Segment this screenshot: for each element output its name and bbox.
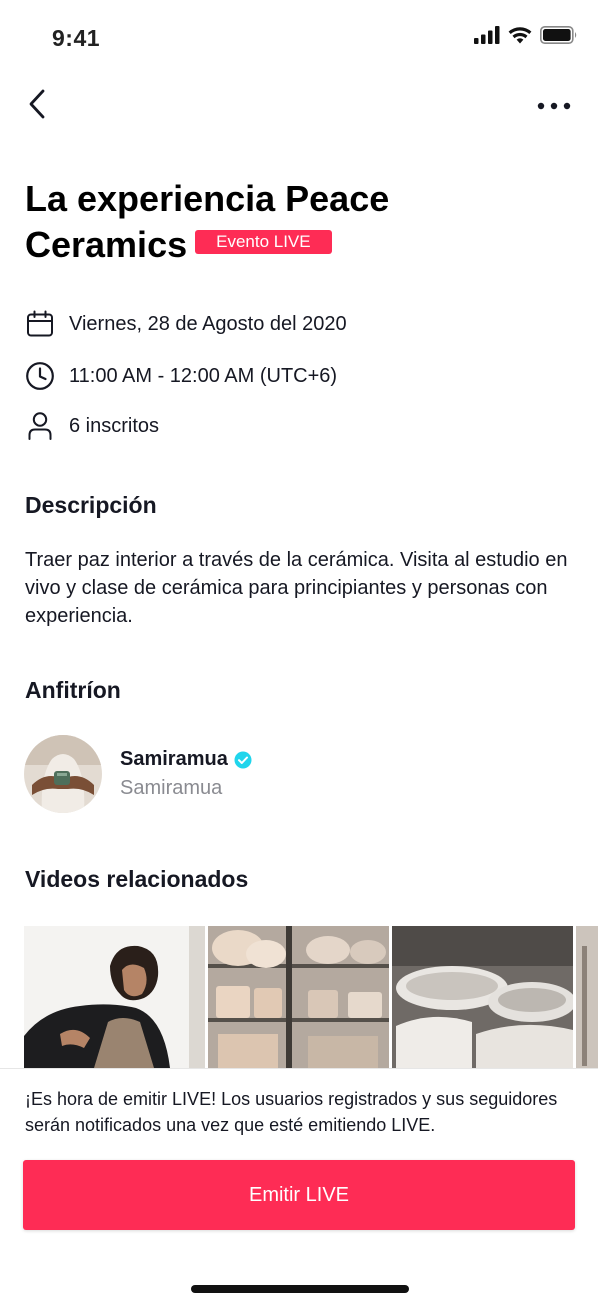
event-date-row: Viernes, 28 de Agosto del 2020 bbox=[25, 309, 347, 339]
back-button[interactable] bbox=[22, 88, 52, 124]
cellular-signal-icon bbox=[474, 25, 500, 49]
registered-count: 6 inscritos bbox=[69, 414, 160, 437]
description-text: Traer paz interior a través de la cerámi… bbox=[25, 549, 568, 627]
nav-bar bbox=[0, 84, 598, 128]
live-event-badge: Evento LIVE bbox=[195, 230, 332, 255]
host-profile[interactable]: Samiramua Samiramua bbox=[24, 735, 544, 813]
ellipsis-icon bbox=[537, 97, 571, 115]
status-bar: 9:41 bbox=[0, 0, 598, 80]
video-thumbnail[interactable] bbox=[576, 926, 598, 1068]
video-thumbnail[interactable] bbox=[392, 926, 573, 1068]
status-icons bbox=[474, 25, 578, 49]
video-thumbnail[interactable] bbox=[208, 926, 389, 1068]
home-indicator[interactable] bbox=[191, 1285, 409, 1293]
emit-live-button[interactable]: Emitir LIVE bbox=[23, 1160, 575, 1230]
host-name-row: Samiramua bbox=[120, 748, 252, 771]
host-handle: Samiramua bbox=[120, 777, 223, 799]
related-videos-heading: Videos relacionados bbox=[25, 866, 249, 892]
person-icon bbox=[25, 411, 55, 441]
more-options-button[interactable] bbox=[534, 94, 574, 118]
event-time-row: 11:00 AM - 12:00 AM (UTC+6) bbox=[25, 361, 337, 391]
event-registered-row: 6 inscritos bbox=[25, 411, 159, 441]
event-date: Viernes, 28 de Agosto del 2020 bbox=[69, 312, 347, 335]
event-title: La experiencia Peace Ceramics Evento LIVE bbox=[25, 176, 525, 268]
description-heading: Descripción bbox=[25, 492, 157, 518]
chevron-left-icon bbox=[27, 88, 47, 125]
verified-badge-icon bbox=[234, 751, 252, 769]
host-heading: Anfitríon bbox=[25, 677, 121, 703]
event-time: 11:00 AM - 12:00 AM (UTC+6) bbox=[69, 364, 338, 387]
video-thumbnail[interactable] bbox=[24, 926, 205, 1068]
battery-icon bbox=[540, 25, 578, 49]
host-name: Samiramua bbox=[120, 748, 228, 770]
wifi-icon bbox=[508, 26, 532, 49]
calendar-icon bbox=[25, 309, 55, 339]
avatar[interactable] bbox=[24, 735, 102, 813]
host-info: Samiramua Samiramua bbox=[120, 748, 252, 800]
bottom-panel: ¡Es hora de emitir LIVE! Los usuarios re… bbox=[0, 1068, 598, 1306]
related-videos-carousel[interactable] bbox=[24, 926, 598, 1068]
go-live-notice: ¡Es hora de emitir LIVE! Los usuarios re… bbox=[25, 1089, 558, 1135]
status-time: 9:41 bbox=[52, 25, 101, 51]
clock-icon bbox=[25, 361, 55, 391]
